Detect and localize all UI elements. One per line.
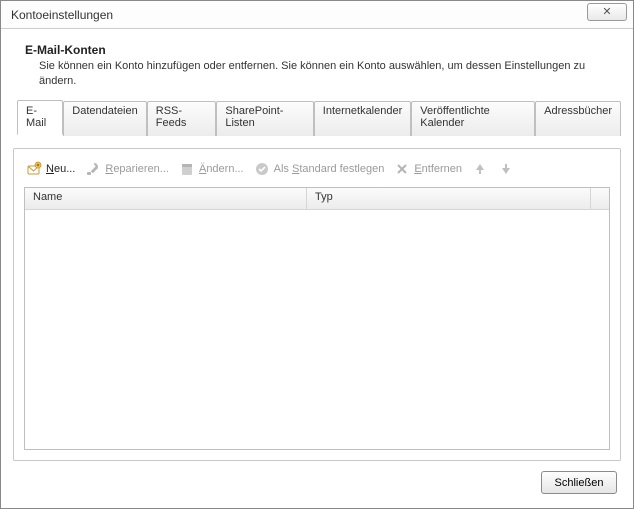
remove-account-button[interactable]: Entfernen — [394, 161, 462, 177]
header-title: E-Mail-Konten — [25, 43, 613, 57]
close-icon: ✕ — [602, 5, 611, 18]
tab-rss[interactable]: RSS-Feeds — [147, 101, 217, 136]
change-icon — [179, 161, 195, 177]
tabstrip: E-Mail Datendateien RSS-Feeds SharePoint… — [13, 122, 621, 144]
set-default-button[interactable]: Als Standard festlegen — [254, 161, 385, 177]
tab-sharepoint[interactable]: SharePoint-Listen — [216, 101, 313, 136]
list-body — [25, 210, 609, 449]
toolbar: Neu... Reparieren... — [24, 159, 610, 187]
tab-internet-calendars[interactable]: Internetkalender — [314, 101, 412, 136]
titlebar: Kontoeinstellungen ✕ — [1, 1, 633, 29]
change-account-button[interactable]: Ändern... — [179, 161, 244, 177]
check-circle-icon — [254, 161, 270, 177]
setdefault-label: Als Standard festlegen — [274, 163, 385, 175]
window-close-button[interactable]: ✕ — [587, 3, 627, 21]
move-down-button[interactable] — [498, 161, 514, 177]
remove-icon — [394, 161, 410, 177]
account-settings-window: Kontoeinstellungen ✕ E-Mail-Konten Sie k… — [0, 0, 634, 509]
arrow-up-icon — [472, 161, 488, 177]
repair-icon — [85, 161, 101, 177]
remove-label: Entfernen — [414, 163, 462, 175]
tab-email[interactable]: E-Mail — [17, 100, 63, 135]
header-block: E-Mail-Konten Sie können ein Konto hinzu… — [13, 39, 621, 102]
tab-datafiles[interactable]: Datendateien — [63, 101, 146, 136]
tab-panel: Neu... Reparieren... — [13, 148, 621, 461]
arrow-down-icon — [498, 161, 514, 177]
column-header-name[interactable]: Name — [25, 188, 307, 209]
change-label: Ändern... — [199, 163, 244, 175]
header-description: Sie können ein Konto hinzufügen oder ent… — [25, 59, 613, 90]
list-header: Name Typ — [25, 188, 609, 210]
column-header-type[interactable]: Typ — [307, 188, 591, 209]
new-mail-icon — [26, 161, 42, 177]
accounts-list[interactable]: Name Typ — [24, 187, 610, 450]
repair-account-button[interactable]: Reparieren... — [85, 161, 169, 177]
repair-label: Reparieren... — [105, 163, 169, 175]
tab-published-calendars[interactable]: Veröffentlichte Kalender — [411, 101, 535, 136]
new-account-button[interactable]: Neu... — [26, 161, 75, 177]
column-header-spacer — [591, 188, 609, 209]
close-button[interactable]: Schließen — [541, 471, 617, 494]
move-up-button[interactable] — [472, 161, 488, 177]
window-title: Kontoeinstellungen — [11, 8, 587, 22]
footer: Schließen — [13, 461, 621, 496]
new-label: Neu... — [46, 163, 75, 175]
tab-address-books[interactable]: Adressbücher — [535, 101, 621, 136]
content-area: E-Mail-Konten Sie können ein Konto hinzu… — [1, 29, 633, 508]
